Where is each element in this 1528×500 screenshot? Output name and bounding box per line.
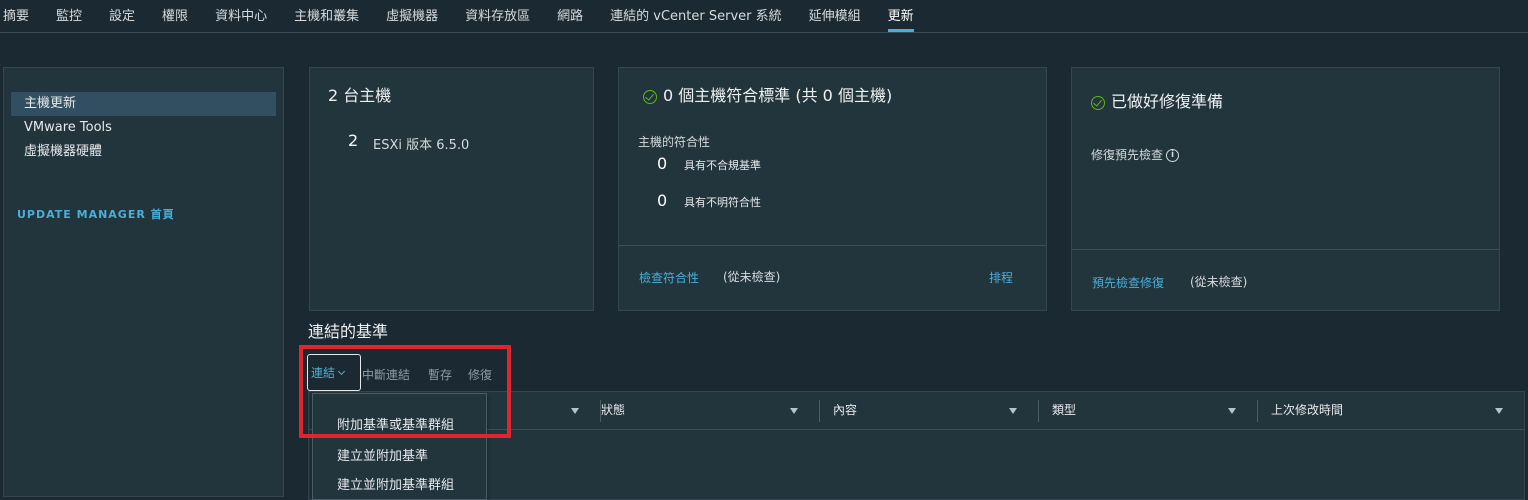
tab-datastores[interactable]: 資料存放區 (465, 0, 530, 32)
precheck-remediation-link[interactable]: 預先檢查修復 (1092, 274, 1164, 291)
info-icon[interactable]: i (1166, 149, 1180, 162)
filter-icon[interactable] (790, 408, 798, 414)
tab-hosts-clusters[interactable]: 主機和叢集 (294, 0, 359, 32)
remediation-card: 已做好修復準備 修復預先檢查 i 預先檢查修復 (從未檢查) (1071, 67, 1500, 311)
menu-item-create-attach-baseline-group[interactable]: 建立並附加基準群組 (337, 474, 454, 493)
compliance-card-title: 0 個主機符合標準 (共 0 個主機) (643, 82, 892, 106)
column-header-status[interactable]: 狀態 (601, 392, 625, 430)
card-divider (619, 245, 1046, 246)
noncompliant-label: 具有不合規基準 (684, 159, 761, 172)
column-header-type[interactable]: 類型 (1052, 392, 1076, 430)
precheck-status: (從未檢查) (1190, 275, 1248, 289)
host-version-count: 2 (348, 131, 359, 150)
tab-permissions[interactable]: 權限 (162, 0, 188, 32)
tab-networks[interactable]: 網路 (557, 0, 583, 32)
nav-item-host-updates[interactable]: 主機更新 (11, 92, 276, 116)
column-separator[interactable] (1257, 400, 1258, 422)
top-tab-bar: 摘要 監控 設定 權限 資料中心 主機和叢集 虛擬機器 資料存放區 網路 連結的… (0, 0, 1528, 33)
column-separator[interactable] (819, 400, 820, 422)
compliance-card: 0 個主機符合標準 (共 0 個主機) 主機的符合性 0 具有不合規基準 0 具… (618, 67, 1047, 311)
host-version-label: ESXi 版本 6.5.0 (373, 138, 470, 153)
unknown-compliance-label: 具有不明符合性 (684, 196, 761, 209)
precheck-label: 修復預先檢查 i (1091, 146, 1180, 163)
tab-datacenters[interactable]: 資料中心 (215, 0, 267, 32)
annotation-highlight-box (299, 345, 511, 438)
column-header-last-modified[interactable]: 上次修改時間 (1271, 392, 1343, 430)
unknown-compliance-count: 0 (657, 191, 668, 210)
remediation-card-title: 已做好修復準備 (1091, 88, 1223, 112)
tab-linked-vcenter[interactable]: 連結的 vCenter Server 系統 (610, 0, 781, 32)
tab-monitor[interactable]: 監控 (56, 0, 82, 32)
tab-summary[interactable]: 摘要 (3, 0, 29, 32)
noncompliant-count: 0 (657, 154, 668, 173)
nav-item-vmware-tools[interactable]: VMware Tools (11, 116, 276, 140)
tab-updates[interactable]: 更新 (887, 0, 914, 32)
menu-item-create-attach-baseline[interactable]: 建立並附加基準 (337, 445, 428, 464)
column-header-content[interactable]: 內容 (833, 392, 857, 430)
filter-icon[interactable] (1495, 408, 1503, 414)
check-compliance-status: (從未檢查) (723, 270, 781, 284)
filter-icon[interactable] (1228, 408, 1236, 414)
filter-icon[interactable] (571, 408, 579, 414)
tab-vms[interactable]: 虛擬機器 (386, 0, 438, 32)
tab-configure[interactable]: 設定 (109, 0, 135, 32)
attached-baselines-heading: 連結的基準 (308, 322, 389, 341)
schedule-link[interactable]: 排程 (989, 269, 1013, 286)
host-compliance-label: 主機的符合性 (638, 135, 711, 149)
check-compliance-link[interactable]: 檢查符合性 (639, 269, 699, 286)
column-separator[interactable] (1038, 400, 1039, 422)
filter-icon[interactable] (1009, 408, 1017, 414)
hosts-card-title: 2 台主機 (328, 86, 392, 105)
check-circle-icon (643, 89, 657, 104)
nav-item-vm-hardware[interactable]: 虛擬機器硬體 (11, 140, 276, 164)
card-divider (1072, 249, 1499, 250)
hosts-card: 2 台主機 2 ESXi 版本 6.5.0 (309, 67, 594, 311)
update-nav-panel: 主機更新 VMware Tools 虛擬機器硬體 UPDATE MANAGER … (3, 67, 284, 497)
tab-extensions[interactable]: 延伸模組 (809, 0, 861, 32)
check-circle-icon (1091, 95, 1105, 110)
update-manager-home-link[interactable]: UPDATE MANAGER 首頁 (17, 206, 175, 222)
